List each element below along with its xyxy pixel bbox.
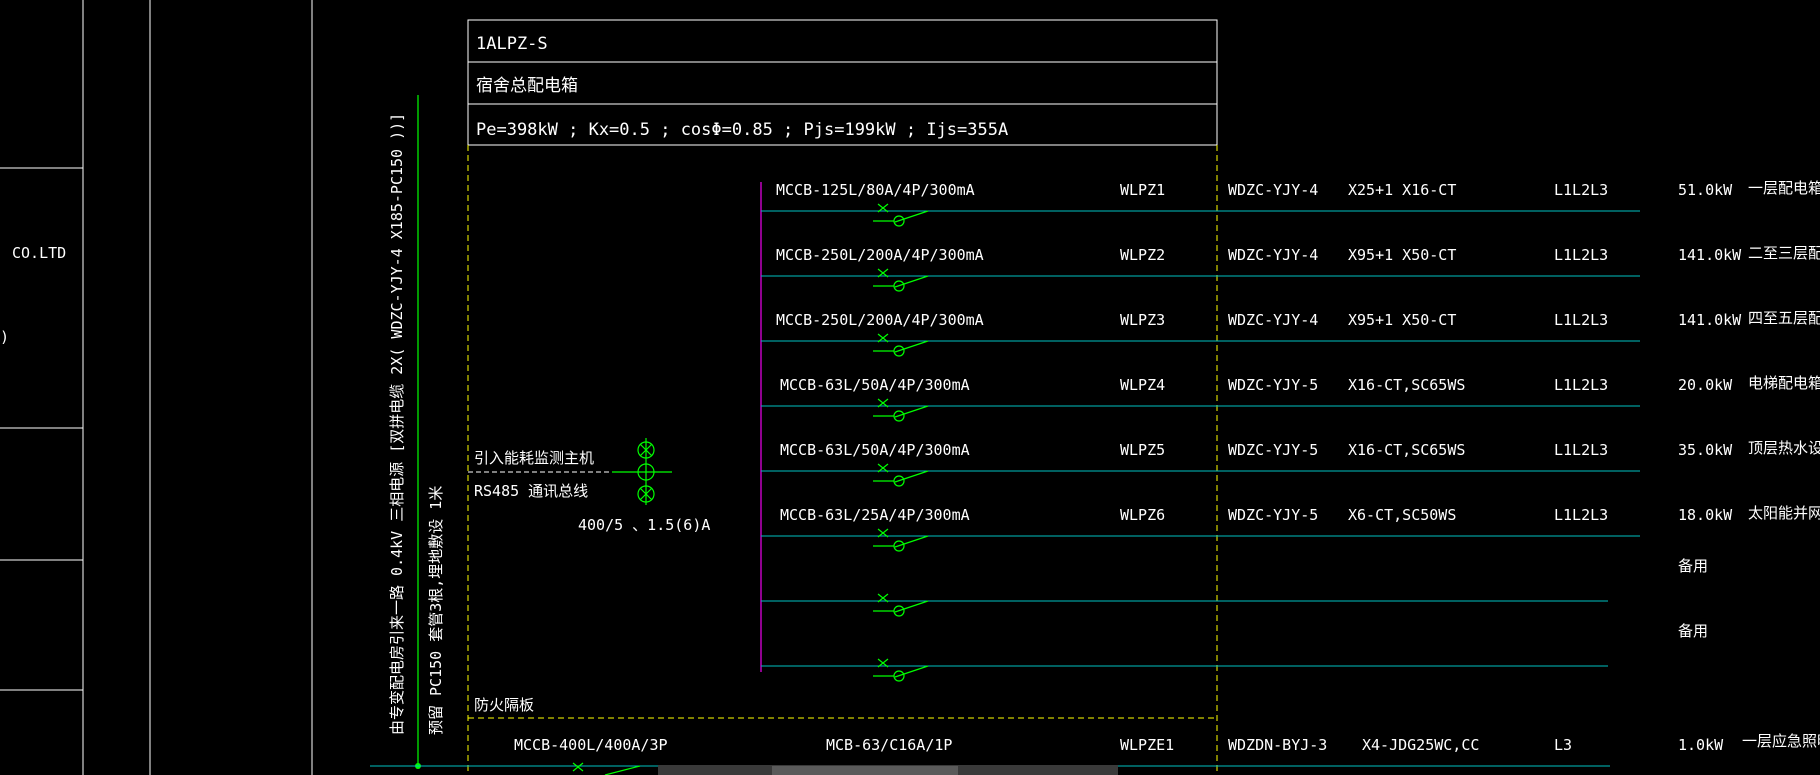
load-power: 备用	[1678, 622, 1708, 640]
phase-label: L1L2L3	[1554, 311, 1608, 329]
phase-label: L1L2L3	[1554, 181, 1608, 199]
emergency-cable: WDZDN-BYJ-3	[1228, 736, 1327, 754]
load-power: 51.0kW	[1678, 181, 1733, 199]
load-description: 四至五层配	[1748, 309, 1820, 327]
panel-code: 1ALPZ-S	[476, 34, 548, 54]
panel-name: 宿舍总配电箱	[476, 76, 578, 96]
load-power: 141.0kW	[1678, 246, 1742, 264]
cable-spec: X16-CT,SC65WS	[1348, 376, 1465, 394]
breaker-label: MCCB-250L/200A/4P/300mA	[776, 246, 984, 264]
emergency-switch	[572, 762, 641, 775]
panel-params: Pe=398kW ; Kx=0.5 ; cosΦ=0.85 ; Pjs=199k…	[476, 120, 1008, 140]
cable-spec: X95+1 X50-CT	[1348, 246, 1456, 264]
cable-spec: X25+1 X16-CT	[1348, 181, 1456, 199]
phase-label: L1L2L3	[1554, 441, 1608, 459]
cable-spec: X16-CT,SC65WS	[1348, 441, 1465, 459]
load-power: 141.0kW	[1678, 311, 1742, 329]
cable-type: WDZC-YJY-5	[1228, 376, 1318, 394]
emergency-circuit: WLPZE1	[1120, 736, 1174, 754]
incoming-text-1: 由专变配电房引来一路 0.4kV 三相电源 [双拼电缆 2X( WDZC-YJY…	[388, 113, 406, 735]
circuit-id: WLPZ3	[1120, 311, 1165, 329]
bottom-toolbar	[658, 765, 1118, 775]
outgoing-circuits: MCCB-125L/80A/4P/300mA WLPZ1 WDZC-YJY-4 X25…	[761, 179, 1820, 682]
load-power: 20.0kW	[1678, 376, 1733, 394]
load-description: 电梯配电箱	[1748, 374, 1820, 392]
side-bracket-text: )	[0, 328, 9, 346]
ct-meter-symbol	[612, 438, 672, 505]
emergency-main-breaker: MCCB-400L/400A/3P	[514, 736, 668, 754]
cable-type: WDZC-YJY-4	[1228, 311, 1318, 329]
cable-spec: X95+1 X50-CT	[1348, 311, 1456, 329]
breaker-label: MCCB-125L/80A/4P/300mA	[776, 181, 975, 199]
circuit-id: WLPZ5	[1120, 441, 1165, 459]
cable-type: WDZC-YJY-4	[1228, 181, 1318, 199]
firewall-label: 防火隔板	[474, 696, 534, 714]
meter-ct: 400/5 、1.5(6)A	[578, 516, 710, 534]
left-frame	[0, 0, 313, 775]
circuit-id: WLPZ4	[1120, 376, 1165, 394]
emergency-power: 1.0kW	[1678, 736, 1724, 754]
circuit-id: WLPZ2	[1120, 246, 1165, 264]
emergency-breaker: MCB-63/C16A/1P	[826, 736, 952, 754]
load-power: 备用	[1678, 557, 1708, 575]
cable-type: WDZC-YJY-5	[1228, 506, 1318, 524]
phase-label: L1L2L3	[1554, 376, 1608, 394]
meter-comm: RS485 通讯总线	[474, 482, 588, 500]
breaker-label: MCCB-63L/25A/4P/300mA	[780, 506, 970, 524]
incoming-text-2: 预留 PC150 套管3根,埋地敷设 1米	[427, 486, 445, 735]
cable-spec: X6-CT,SC50WS	[1348, 506, 1456, 524]
cable-type: WDZC-YJY-5	[1228, 441, 1318, 459]
emergency-desc: 一层应急照明配	[1742, 732, 1820, 750]
load-description: 顶层热水设备	[1748, 439, 1820, 457]
load-power: 18.0kW	[1678, 506, 1733, 524]
load-description: 一层配电箱	[1748, 179, 1820, 197]
meter-label: 引入能耗监测主机	[474, 449, 594, 467]
load-description: 太阳能并网专	[1748, 504, 1820, 522]
load-description: 二至三层配	[1748, 244, 1820, 262]
schematic-canvas: CO.LTD ) 1ALPZ-S 宿舍总配电箱 Pe=398kW ; Kx=0.…	[0, 0, 1820, 775]
breaker-label: MCCB-250L/200A/4P/300mA	[776, 311, 984, 329]
circuit-id: WLPZ6	[1120, 506, 1165, 524]
emergency-phase: L3	[1554, 736, 1572, 754]
breaker-label: MCCB-63L/50A/4P/300mA	[780, 441, 970, 459]
cable-type: WDZC-YJY-4	[1228, 246, 1318, 264]
company-text: CO.LTD	[12, 244, 66, 262]
emergency-spec: X4-JDG25WC,CC	[1362, 736, 1479, 754]
load-power: 35.0kW	[1678, 441, 1733, 459]
circuit-id: WLPZ1	[1120, 181, 1165, 199]
phase-label: L1L2L3	[1554, 506, 1608, 524]
phase-label: L1L2L3	[1554, 246, 1608, 264]
breaker-label: MCCB-63L/50A/4P/300mA	[780, 376, 970, 394]
